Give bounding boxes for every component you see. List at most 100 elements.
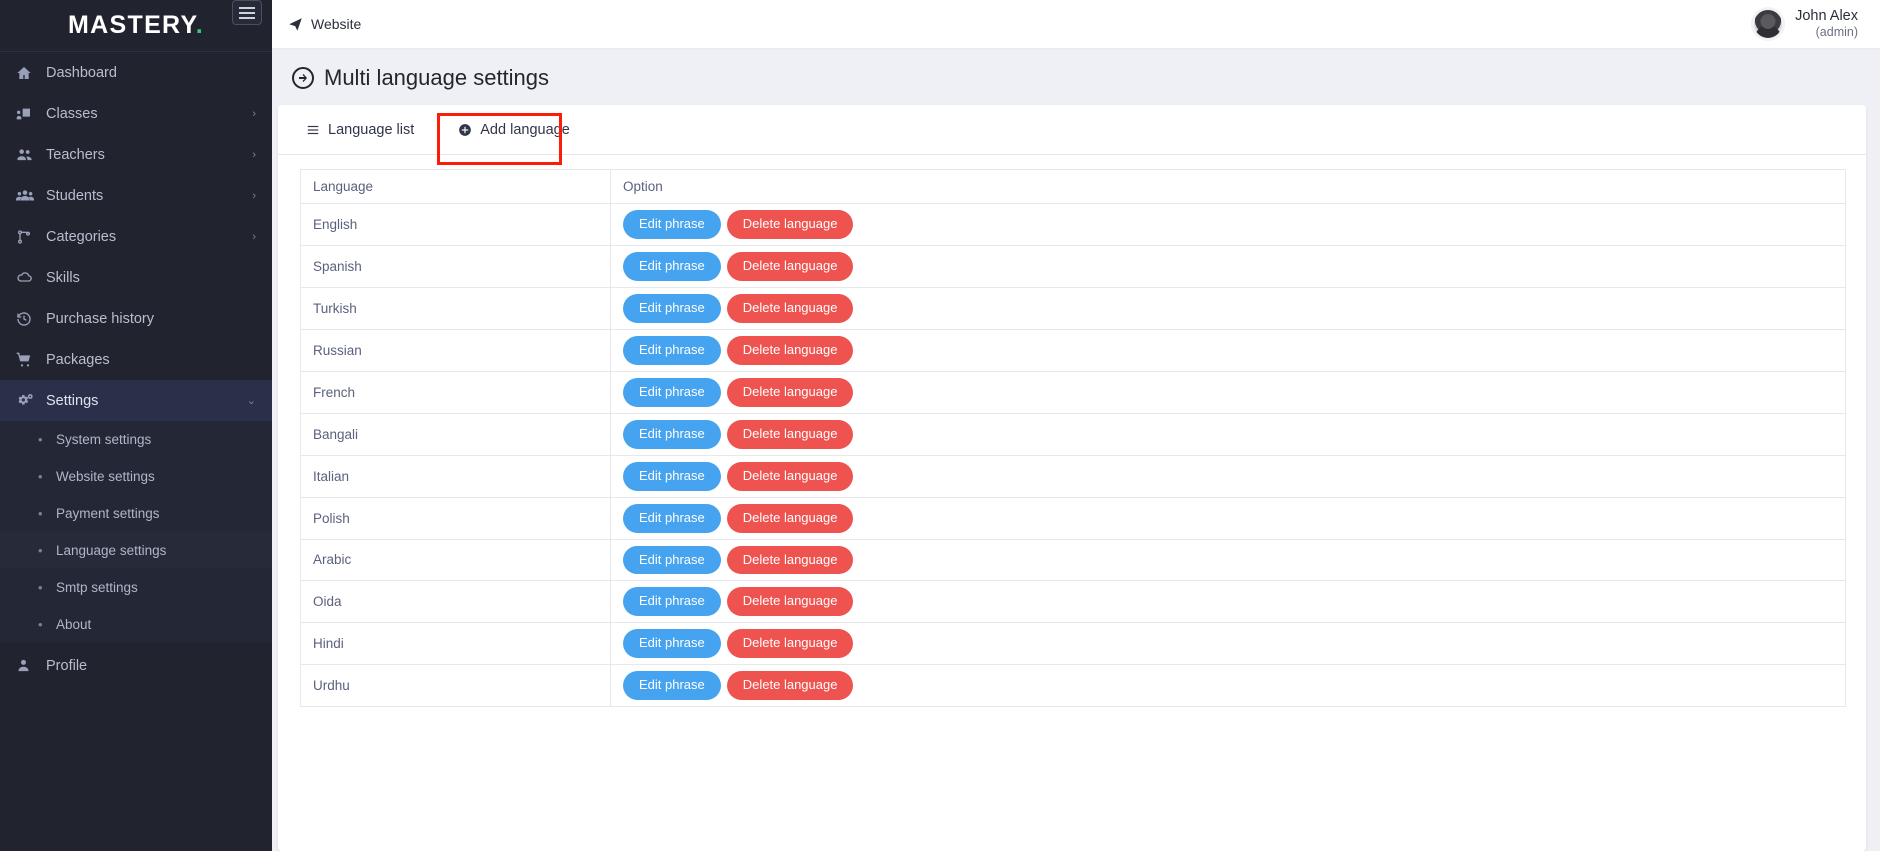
edit-phrase-button[interactable]: Edit phrase bbox=[623, 251, 721, 281]
tab-add-language[interactable]: Add language bbox=[436, 105, 592, 155]
users-icon bbox=[16, 146, 46, 163]
delete-language-button[interactable]: Delete language bbox=[726, 503, 854, 533]
edit-phrase-button[interactable]: Edit phrase bbox=[623, 671, 721, 701]
sidebar-item-classes[interactable]: Classes › bbox=[0, 93, 272, 134]
table-row: Russian Edit phrase Delete language bbox=[300, 328, 1846, 372]
edit-phrase-button[interactable]: Edit phrase bbox=[623, 210, 721, 239]
cell-option: Edit phrase Delete language bbox=[610, 580, 1846, 624]
delete-language-button[interactable]: Delete language bbox=[726, 629, 854, 659]
delete-language-button[interactable]: Delete language bbox=[726, 419, 854, 449]
edit-phrase-button[interactable]: Edit phrase bbox=[623, 293, 721, 323]
sidebar-item-website-settings[interactable]: • Website settings bbox=[0, 458, 272, 495]
avatar bbox=[1751, 7, 1786, 41]
cell-option: Edit phrase Delete language bbox=[610, 496, 1846, 540]
delete-language-button[interactable]: Delete language bbox=[726, 545, 854, 575]
chevron-right-icon: › bbox=[252, 189, 256, 202]
table-row: Arabic Edit phrase Delete language bbox=[300, 538, 1846, 582]
table-row: Italian Edit phrase Delete language bbox=[300, 454, 1846, 498]
home-icon bbox=[16, 65, 46, 81]
sidebar-item-about[interactable]: • About bbox=[0, 606, 272, 643]
sidebar-subitem-label: About bbox=[56, 617, 92, 632]
main-content: Website John Alex (admin) Multi language… bbox=[272, 0, 1880, 851]
website-link-label: Website bbox=[311, 16, 362, 32]
sidebar-item-teachers[interactable]: Teachers › bbox=[0, 134, 272, 175]
history-icon bbox=[16, 311, 46, 327]
table-row: Spanish Edit phrase Delete language bbox=[300, 244, 1846, 288]
cell-language: Oida bbox=[300, 580, 611, 624]
classroom-icon bbox=[16, 106, 46, 122]
edit-phrase-button[interactable]: Edit phrase bbox=[623, 545, 721, 575]
cart-icon bbox=[16, 352, 46, 368]
tab-bar: Language list Add language bbox=[278, 105, 1866, 165]
tab-label: Language list bbox=[328, 121, 415, 138]
table-row: Bangali Edit phrase Delete language bbox=[300, 412, 1846, 456]
sidebar-item-students[interactable]: Students › bbox=[0, 175, 272, 216]
delete-language-button[interactable]: Delete language bbox=[726, 461, 854, 491]
delete-language-button[interactable]: Delete language bbox=[726, 335, 854, 365]
language-table-wrapper: Language Option English Edit phrase Delete… bbox=[278, 155, 1866, 727]
edit-phrase-button[interactable]: Edit phrase bbox=[623, 377, 721, 407]
bullet-icon: • bbox=[38, 468, 43, 484]
brand-logo: MASTERY. bbox=[68, 11, 204, 40]
delete-language-button[interactable]: Delete language bbox=[726, 210, 854, 239]
sidebar-item-categories[interactable]: Categories › bbox=[0, 216, 272, 257]
cell-language: Russian bbox=[300, 328, 611, 372]
edit-phrase-button[interactable]: Edit phrase bbox=[623, 419, 721, 449]
sidebar-item-smtp-settings[interactable]: • Smtp settings bbox=[0, 569, 272, 606]
sidebar-item-settings[interactable]: Settings ⌄ bbox=[0, 380, 272, 421]
sidebar-subitem-label: Smtp settings bbox=[56, 579, 138, 595]
cell-language: Arabic bbox=[300, 538, 611, 582]
table-header-row: Language Option bbox=[300, 169, 1846, 204]
sidebar-item-dashboard[interactable]: Dashboard bbox=[0, 52, 272, 93]
sidebar-item-label: Skills bbox=[46, 269, 80, 286]
bullet-icon: • bbox=[38, 542, 43, 558]
sidebar-item-language-settings[interactable]: • Language settings bbox=[0, 532, 272, 569]
sidebar-item-profile[interactable]: Profile bbox=[0, 645, 272, 686]
sidebar-item-label: Teachers bbox=[46, 146, 105, 163]
delete-language-button[interactable]: Delete language bbox=[726, 587, 854, 617]
cell-option: Edit phrase Delete language bbox=[610, 370, 1846, 414]
sidebar-item-packages[interactable]: Packages bbox=[0, 339, 272, 380]
sidebar-item-purchase-history[interactable]: Purchase history bbox=[0, 298, 272, 339]
cell-option: Edit phrase Delete language bbox=[610, 622, 1846, 666]
delete-language-button[interactable]: Delete language bbox=[726, 377, 854, 407]
hamburger-menu-icon[interactable] bbox=[232, 0, 262, 25]
sidebar-item-skills[interactable]: Skills bbox=[0, 257, 272, 298]
sidebar-item-label: Profile bbox=[46, 657, 88, 674]
tab-label: Add language bbox=[480, 121, 570, 138]
user-name: John Alex bbox=[1795, 8, 1858, 25]
user-menu[interactable]: John Alex (admin) bbox=[1751, 7, 1866, 41]
cell-option: Edit phrase Delete language bbox=[610, 244, 1846, 288]
sidebar-item-payment-settings[interactable]: • Payment settings bbox=[0, 495, 272, 532]
cell-option: Edit phrase Delete language bbox=[610, 412, 1846, 456]
edit-phrase-button[interactable]: Edit phrase bbox=[623, 503, 721, 533]
edit-phrase-button[interactable]: Edit phrase bbox=[623, 587, 721, 617]
paper-plane-icon bbox=[288, 17, 303, 32]
edit-phrase-button[interactable]: Edit phrase bbox=[623, 335, 721, 365]
chevron-down-icon: ⌄ bbox=[246, 395, 256, 407]
sidebar-item-label: Packages bbox=[46, 351, 110, 368]
chevron-right-icon: › bbox=[252, 148, 256, 161]
brand-logo-text: MASTERY bbox=[68, 11, 196, 39]
edit-phrase-button[interactable]: Edit phrase bbox=[623, 629, 721, 659]
sidebar-item-label: Purchase history bbox=[46, 310, 154, 327]
delete-language-button[interactable]: Delete language bbox=[726, 251, 854, 281]
sidebar-item-system-settings[interactable]: • System settings bbox=[0, 421, 272, 458]
circle-arrow-right-icon bbox=[292, 67, 314, 89]
delete-language-button[interactable]: Delete language bbox=[726, 671, 854, 701]
column-header-option: Option bbox=[610, 169, 1846, 204]
bullet-icon: • bbox=[38, 617, 43, 632]
website-link[interactable]: Website bbox=[288, 16, 361, 32]
cell-language: Urdhu bbox=[300, 664, 611, 708]
cell-option: Edit phrase Delete language bbox=[610, 286, 1846, 330]
table-row: English Edit phrase Delete language bbox=[300, 203, 1846, 246]
list-icon bbox=[306, 123, 320, 137]
table-head: Language Option bbox=[300, 169, 1846, 204]
edit-phrase-button[interactable]: Edit phrase bbox=[623, 461, 721, 491]
delete-language-button[interactable]: Delete language bbox=[726, 293, 854, 323]
sidebar: MASTERY. Dashboard Classes › Teachers › … bbox=[0, 0, 272, 851]
tab-language-list[interactable]: Language list bbox=[298, 105, 436, 155]
sidebar-item-label: Settings bbox=[46, 392, 99, 409]
sidebar-item-label: Students bbox=[46, 187, 104, 204]
page-header: Multi language settings bbox=[272, 48, 1880, 105]
